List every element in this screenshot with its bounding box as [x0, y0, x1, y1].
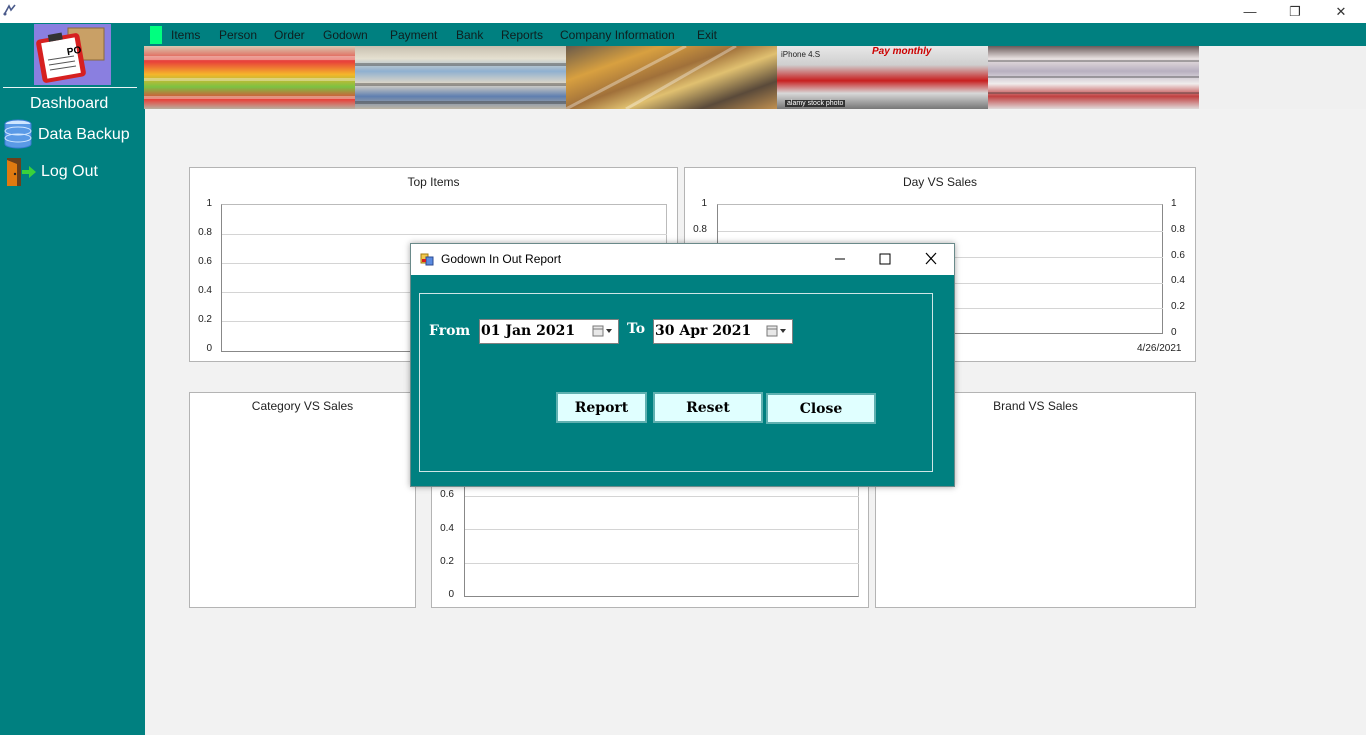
banner-electronics-image: [988, 46, 1199, 109]
maximize-icon[interactable]: [874, 249, 896, 269]
database-icon[interactable]: [3, 119, 33, 149]
y2-tick-label: 0.2: [1171, 301, 1185, 312]
restore-button[interactable]: ❐: [1272, 0, 1318, 23]
banner-phone-store-image: Pay monthly iPhone 4.S alamy stock photo: [777, 46, 988, 109]
y-tick-label: 1: [206, 198, 212, 209]
chart-title: Category VS Sales: [251, 399, 354, 413]
menu-reports[interactable]: Reports: [501, 23, 543, 46]
reset-button[interactable]: Reset: [653, 392, 763, 423]
menu-grip: [150, 26, 162, 44]
y-tick-label: 0.2: [198, 314, 212, 325]
y-tick-label: 0: [206, 343, 212, 354]
y2-tick-label: 0.4: [1171, 275, 1185, 286]
dialog-title: Godown In Out Report: [441, 252, 562, 266]
calendar-dropdown-icon[interactable]: [765, 323, 789, 340]
x-tick-label: 4/26/2021: [1137, 343, 1182, 354]
report-app-icon: [420, 252, 434, 266]
y-tick-label: 0.6: [198, 256, 212, 267]
y2-tick-label: 0.8: [1171, 224, 1185, 235]
from-date-picker[interactable]: 01 Jan 2021: [479, 319, 619, 344]
store-banner: Pay monthly iPhone 4.S alamy stock photo: [144, 46, 1199, 109]
category-vs-sales-chart: Category VS Sales: [189, 392, 416, 608]
sidebar-divider: [3, 87, 137, 88]
menu-person[interactable]: Person: [219, 23, 257, 46]
y-tick-label: 1: [701, 198, 707, 209]
to-date-picker[interactable]: 30 Apr 2021: [653, 319, 793, 344]
purchase-order-logo: PO: [34, 24, 111, 85]
report-button[interactable]: Report: [556, 392, 647, 423]
chart-title: Day VS Sales: [902, 175, 978, 189]
dashboard-link[interactable]: Dashboard: [30, 95, 108, 113]
log-out-link[interactable]: Log Out: [41, 163, 98, 181]
minimize-button[interactable]: —: [1227, 0, 1273, 23]
logout-icon[interactable]: [5, 156, 37, 188]
menu-payment[interactable]: Payment: [390, 23, 437, 46]
menu-exit[interactable]: Exit: [697, 23, 717, 46]
from-label: From: [429, 323, 471, 339]
banner-caption: Pay monthly: [872, 46, 932, 57]
godown-report-dialog: Godown In Out Report From 01 Jan 2021 To: [410, 243, 955, 487]
y2-tick-label: 1: [1171, 198, 1177, 209]
to-label: To: [627, 321, 646, 337]
banner-aisle-image: [566, 46, 777, 109]
banner-small-caption: iPhone 4.S: [781, 50, 821, 59]
date-range-panel: From 01 Jan 2021 To 30 Apr 2021 Report R…: [419, 293, 933, 472]
app-icon: [2, 3, 18, 17]
menubar: Items Person Order Godown Payment Bank R…: [145, 23, 1366, 46]
y-tick-label: 0.4: [198, 285, 212, 296]
data-backup-link[interactable]: Data Backup: [38, 126, 130, 144]
y2-tick-label: 0: [1171, 327, 1177, 338]
window-titlebar: — ❐ ✕: [0, 0, 1366, 23]
y-tick-label: 0.2: [440, 556, 454, 567]
menu-order[interactable]: Order: [274, 23, 305, 46]
dialog-titlebar: Godown In Out Report: [411, 244, 954, 275]
to-date-value: 30 Apr 2021: [655, 323, 752, 339]
banner-shelves-image: [355, 46, 566, 109]
banner-watermark: alamy stock photo: [785, 100, 846, 107]
close-window-button[interactable]: ✕: [1318, 0, 1364, 23]
y-tick-label: 0.8: [693, 224, 707, 235]
menu-company-information[interactable]: Company Information: [560, 23, 675, 46]
y2-tick-label: 0.6: [1171, 250, 1185, 261]
calendar-dropdown-icon[interactable]: [591, 323, 615, 340]
banner-produce-image: [144, 46, 355, 109]
y-tick-label: 0: [448, 589, 454, 600]
y-tick-label: 0.6: [440, 489, 454, 500]
y-tick-label: 0.4: [440, 523, 454, 534]
menu-items[interactable]: Items: [171, 23, 200, 46]
menu-godown[interactable]: Godown: [323, 23, 368, 46]
sidebar: PO Dashboard Data Backup Log Out: [0, 23, 145, 735]
close-icon[interactable]: [920, 249, 942, 269]
close-button[interactable]: Close: [766, 393, 876, 424]
y-tick-label: 0.8: [198, 227, 212, 238]
from-date-value: 01 Jan 2021: [481, 323, 576, 339]
minimize-icon[interactable]: [829, 249, 851, 269]
menu-bank[interactable]: Bank: [456, 23, 483, 46]
chart-title: Top Items: [407, 175, 460, 189]
